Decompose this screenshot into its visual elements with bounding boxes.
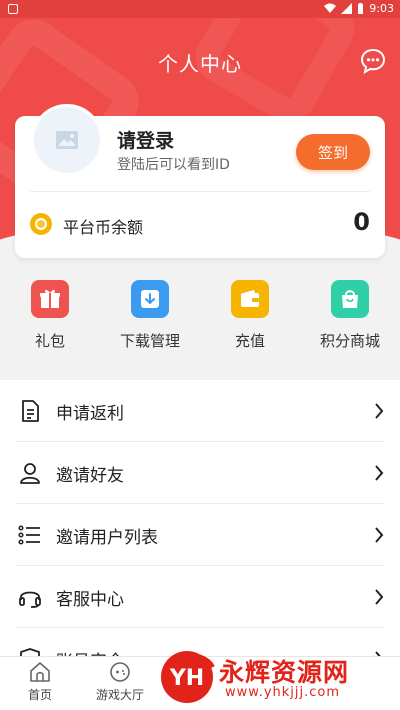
battery-icon [358, 3, 364, 14]
menu-list: 申请返利 邀请好友 邀请用户列表 客服中心 账号安全 [0, 380, 400, 656]
quick-action-points-mall[interactable]: 积分商城 [300, 280, 400, 372]
quick-action-label: 积分商城 [319, 332, 380, 350]
watermark-logo: YH [161, 651, 215, 703]
person-icon [20, 463, 40, 484]
menu-item-label: 申请返利 [56, 403, 124, 424]
chevron-right-icon [375, 403, 384, 419]
tab-label: 首页 [27, 688, 52, 702]
gift-icon [31, 280, 69, 318]
status-bar: 9:03 [0, 0, 400, 18]
login-title[interactable]: 请登录 [117, 126, 174, 153]
home-icon [30, 662, 50, 682]
quick-action-label: 礼包 [34, 332, 65, 350]
list-icon [18, 525, 40, 545]
watermark-url: www.yhkjjj.com [225, 685, 341, 700]
menu-item-invited-users[interactable]: 邀请用户列表 [0, 504, 400, 566]
avatar[interactable] [31, 104, 103, 176]
quick-actions: 礼包 下载管理 充值 积分商城 [0, 280, 400, 372]
menu-item-customer-service[interactable]: 客服中心 [0, 566, 400, 628]
status-time: 9:03 [369, 2, 394, 15]
divider [30, 191, 370, 192]
balance-label: 平台币余额 [63, 218, 144, 237]
menu-item-label: 邀请好友 [56, 465, 124, 486]
page-title: 个人中心 [158, 52, 242, 76]
balance-value: 0 [353, 208, 370, 236]
quick-action-recharge[interactable]: 充值 [200, 280, 300, 372]
menu-item-invite-friends[interactable]: 邀请好友 [0, 442, 400, 504]
menu-item-label: 客服中心 [56, 589, 124, 610]
menu-item-label: 邀请用户列表 [56, 527, 158, 548]
quick-action-label: 下载管理 [119, 332, 180, 350]
signin-button[interactable]: 签到 [296, 134, 370, 170]
svg-text:YH: YH [169, 666, 204, 691]
coin-icon [30, 213, 52, 235]
watermark-text: 永辉资源网 [219, 658, 350, 687]
quick-action-gift[interactable]: 礼包 [0, 280, 100, 372]
chevron-right-icon [375, 589, 384, 605]
chevron-right-icon [375, 465, 384, 481]
signal-icon [341, 3, 353, 14]
shopping-bag-icon [331, 280, 369, 318]
menu-item-apply-rebate[interactable]: 申请返利 [0, 380, 400, 442]
download-icon [131, 280, 169, 318]
headset-icon [19, 591, 41, 608]
wallet-icon [231, 280, 269, 318]
notification-icon [8, 4, 18, 14]
shield-icon [20, 648, 40, 656]
tab-label: 游戏大厅 [95, 688, 144, 702]
watermark: YH 永辉资源网 www.yhkjjj.com [155, 645, 400, 705]
login-subtitle: 登陆后可以看到ID [117, 157, 230, 173]
user-card: 请登录 登陆后可以看到ID 签到 平台币余额 0 [15, 104, 385, 258]
document-icon [22, 400, 39, 422]
gamepad-icon [110, 662, 130, 682]
chat-bubble-icon[interactable] [360, 48, 386, 74]
wifi-icon [324, 3, 337, 13]
quick-action-label: 充值 [234, 332, 265, 350]
image-placeholder-icon [56, 131, 78, 149]
quick-action-download[interactable]: 下载管理 [100, 280, 200, 372]
menu-item-label: 账号安全 [56, 647, 124, 657]
chevron-right-icon [375, 527, 384, 543]
